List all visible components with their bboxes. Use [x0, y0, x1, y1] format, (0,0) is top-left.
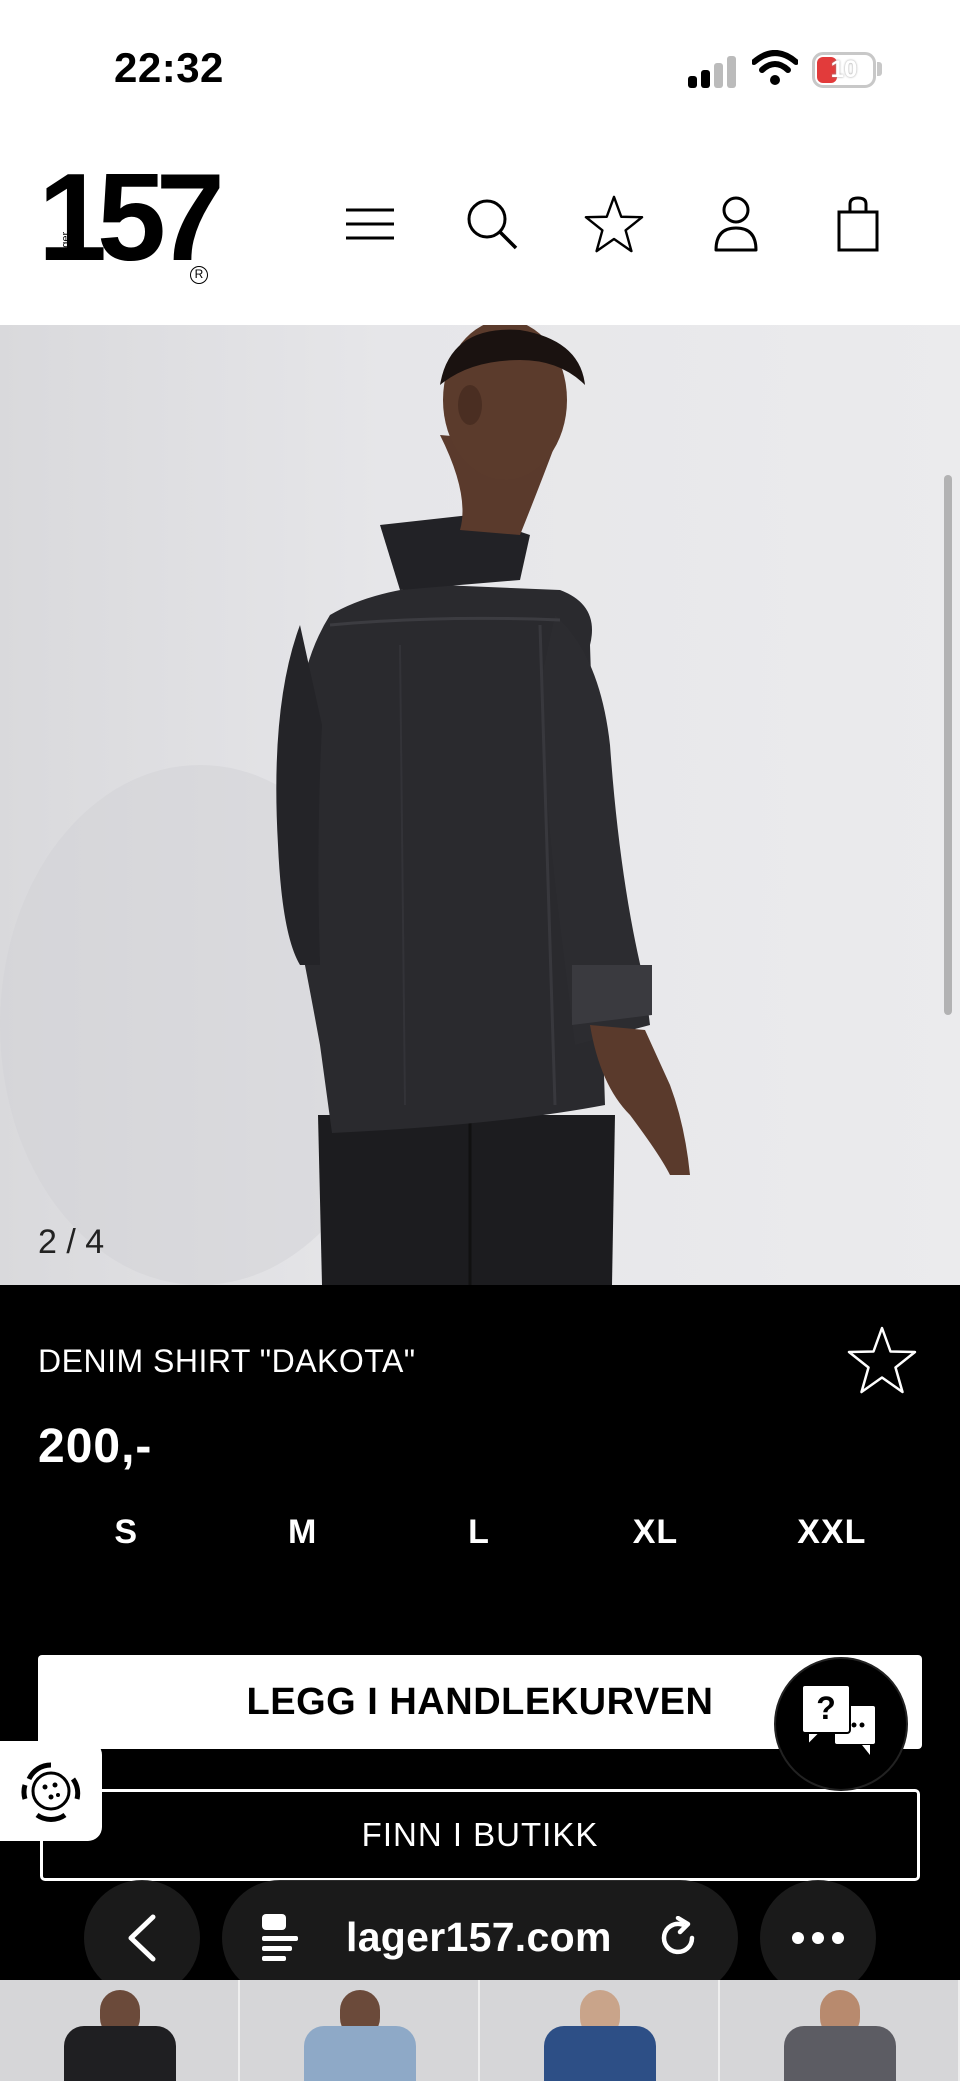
site-header: 157 Lager R	[0, 140, 960, 325]
battery-level: 10	[830, 56, 858, 83]
add-to-favorites-star-icon[interactable]	[846, 1325, 918, 1400]
site-logo[interactable]: 157 Lager R	[38, 150, 225, 287]
page-scrollbar[interactable]	[944, 475, 952, 1015]
wifi-icon	[752, 50, 798, 85]
related-product-thumbnail[interactable]	[480, 1980, 720, 2081]
size-option-xl[interactable]: XL	[567, 1513, 743, 1552]
favorites-star-icon[interactable]	[584, 194, 644, 254]
reload-icon[interactable]	[656, 1916, 700, 1960]
battery-icon: 10	[812, 52, 876, 88]
related-product-thumbnail[interactable]	[0, 1980, 240, 2081]
browser-back-button[interactable]	[84, 1880, 200, 1996]
url-text: lager157.com	[346, 1914, 612, 1960]
chat-help-button[interactable]: ?	[774, 1657, 908, 1791]
cellular-signal-icon	[688, 54, 738, 88]
product-title: DENIM SHIRT "DAKOTA"	[38, 1343, 416, 1379]
menu-icon[interactable]	[340, 194, 400, 254]
logo-number: 157	[38, 149, 225, 287]
svg-text:?: ?	[816, 1690, 836, 1726]
product-photo-illustration	[0, 325, 690, 1285]
logo-small-text: Lager	[60, 231, 72, 260]
cookie-settings-button[interactable]	[0, 1741, 102, 1841]
related-products-strip	[0, 1980, 960, 2081]
product-image[interactable]: 2 / 4	[0, 325, 960, 1285]
status-time: 22:32	[114, 44, 224, 91]
user-account-icon[interactable]	[706, 194, 766, 254]
image-pager: 2 / 4	[38, 1223, 105, 1261]
size-option-m[interactable]: M	[214, 1513, 390, 1552]
page-settings-icon[interactable]	[258, 1910, 302, 1962]
browser-more-button[interactable]	[760, 1880, 876, 1996]
size-option-s[interactable]: S	[38, 1513, 214, 1552]
cookie-settings-icon	[21, 1762, 81, 1822]
related-product-thumbnail[interactable]	[720, 1980, 960, 2081]
size-selector: S M L XL XXL	[38, 1513, 920, 1552]
related-product-thumbnail[interactable]	[240, 1980, 480, 2081]
more-dots-icon	[792, 1932, 844, 1944]
registered-mark: R	[190, 266, 208, 284]
size-option-xxl[interactable]: XXL	[744, 1513, 920, 1552]
chevron-left-icon	[128, 1914, 156, 1962]
shopping-bag-icon[interactable]	[828, 194, 888, 254]
status-bar: 22:32 10	[0, 0, 960, 140]
product-price: 200,-	[38, 1420, 153, 1473]
browser-url-bar[interactable]: lager157.com	[222, 1880, 738, 1996]
size-option-l[interactable]: L	[391, 1513, 567, 1552]
chat-bubbles-icon: ?	[801, 1684, 877, 1755]
search-icon[interactable]	[462, 194, 522, 254]
find-in-store-button[interactable]: FINN I BUTIKK	[40, 1789, 920, 1881]
